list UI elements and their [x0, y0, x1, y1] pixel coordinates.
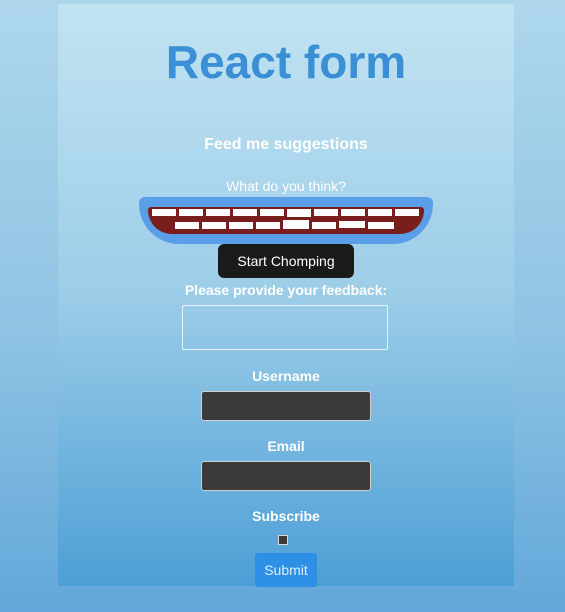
tooth: [287, 209, 311, 217]
tooth: [175, 222, 199, 229]
email-label: Email: [267, 438, 305, 454]
subscribe-checkbox[interactable]: [278, 535, 288, 545]
tooth: [152, 209, 176, 216]
form-panel: React form Feed me suggestions What do y…: [58, 4, 514, 587]
top-teeth: [148, 209, 424, 217]
tooth: [395, 209, 419, 216]
tooth: [283, 220, 309, 229]
tooth: [312, 222, 336, 229]
mouth-interior: [148, 207, 424, 234]
email-field[interactable]: [201, 461, 371, 491]
tooth: [179, 209, 203, 216]
tooth: [260, 209, 284, 216]
username-label: Username: [252, 368, 320, 384]
tooth: [368, 222, 394, 229]
feedback-textarea[interactable]: [182, 305, 388, 350]
page-title: React form: [165, 36, 407, 88]
tooth: [341, 209, 365, 216]
tooth: [368, 209, 392, 216]
bottom-teeth: [148, 220, 424, 230]
tooth: [314, 209, 338, 216]
question-text: What do you think?: [226, 178, 346, 194]
submit-button[interactable]: Submit: [255, 553, 317, 587]
tooth: [206, 209, 230, 216]
tooth: [256, 222, 280, 229]
feedback-label: Please provide your feedback:: [184, 282, 388, 298]
username-field[interactable]: [201, 391, 371, 421]
chomper-mouth-icon: [139, 197, 433, 244]
start-chomping-button[interactable]: Start Chomping: [218, 244, 354, 278]
tooth: [339, 221, 365, 228]
page-subtitle: Feed me suggestions: [204, 136, 368, 153]
subscribe-label: Subscribe: [252, 508, 320, 524]
tooth: [229, 222, 253, 229]
tooth: [233, 209, 257, 216]
tooth: [202, 222, 226, 229]
